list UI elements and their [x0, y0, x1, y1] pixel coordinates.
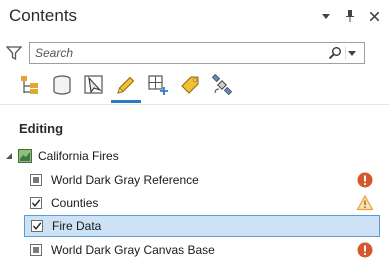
label-tag-icon: [181, 76, 199, 94]
search-field[interactable]: [29, 42, 365, 64]
error-icon[interactable]: [357, 172, 373, 188]
search-separator: [345, 46, 346, 60]
map-node[interactable]: California Fires: [5, 147, 119, 165]
list-view-toolbar: [17, 72, 235, 103]
pencil-icon: [117, 76, 135, 94]
pane-menu-dropdown-icon[interactable]: [319, 9, 333, 23]
search-icon[interactable]: [328, 46, 342, 60]
layer-label: World Dark Gray Canvas Base: [51, 243, 215, 257]
pin-icon[interactable]: [343, 9, 357, 23]
list-by-data-source-button[interactable]: [49, 72, 75, 98]
selection-icon: [84, 75, 103, 94]
layer-row-counties[interactable]: Counties: [24, 192, 380, 214]
pane-title: Contents: [9, 6, 78, 25]
layer-row-world-dark-gray-canvas-base[interactable]: World Dark Gray Canvas Base: [24, 239, 380, 261]
search-options-chevron-icon[interactable]: [348, 47, 358, 59]
map-label: California Fires: [38, 149, 119, 163]
list-by-selection-button[interactable]: [81, 72, 107, 98]
layer-visibility-checkbox[interactable]: [30, 244, 42, 256]
pane-controls: [319, 9, 381, 23]
warning-icon[interactable]: [356, 194, 374, 211]
layer-visibility-checkbox[interactable]: [31, 220, 43, 232]
drawing-order-icon: [21, 76, 38, 94]
list-by-drawing-order-button[interactable]: [17, 72, 43, 98]
collapse-triangle-icon[interactable]: [5, 151, 15, 161]
list-by-labeling-button[interactable]: [177, 72, 203, 98]
section-heading: Editing: [19, 121, 64, 136]
list-by-perspective-imagery-button[interactable]: [209, 72, 235, 98]
data-source-icon: [53, 75, 71, 95]
toolbar-divider: [0, 104, 389, 105]
layer-label: Fire Data: [52, 219, 102, 233]
contents-pane: Contents Search Editing California Fires…: [0, 0, 389, 276]
error-icon[interactable]: [357, 242, 373, 258]
list-by-editing-button[interactable]: [111, 72, 141, 103]
layer-visibility-checkbox[interactable]: [30, 174, 42, 186]
list-by-snapping-button[interactable]: [145, 72, 171, 98]
layer-row-world-dark-gray-reference[interactable]: World Dark Gray Reference: [24, 169, 380, 191]
close-icon[interactable]: [367, 9, 381, 23]
filter-icon[interactable]: [5, 45, 23, 61]
layer-label: Counties: [51, 196, 99, 210]
satellite-icon: [211, 74, 233, 96]
layer-label: World Dark Gray Reference: [51, 173, 199, 187]
snapping-icon: [148, 75, 168, 95]
pane-title-bar: Contents: [0, 0, 389, 36]
layer-row-fire-data[interactable]: Fire Data: [24, 215, 380, 237]
layer-visibility-checkbox[interactable]: [30, 197, 42, 209]
search-input[interactable]: [35, 43, 335, 63]
map-icon: [18, 149, 32, 163]
